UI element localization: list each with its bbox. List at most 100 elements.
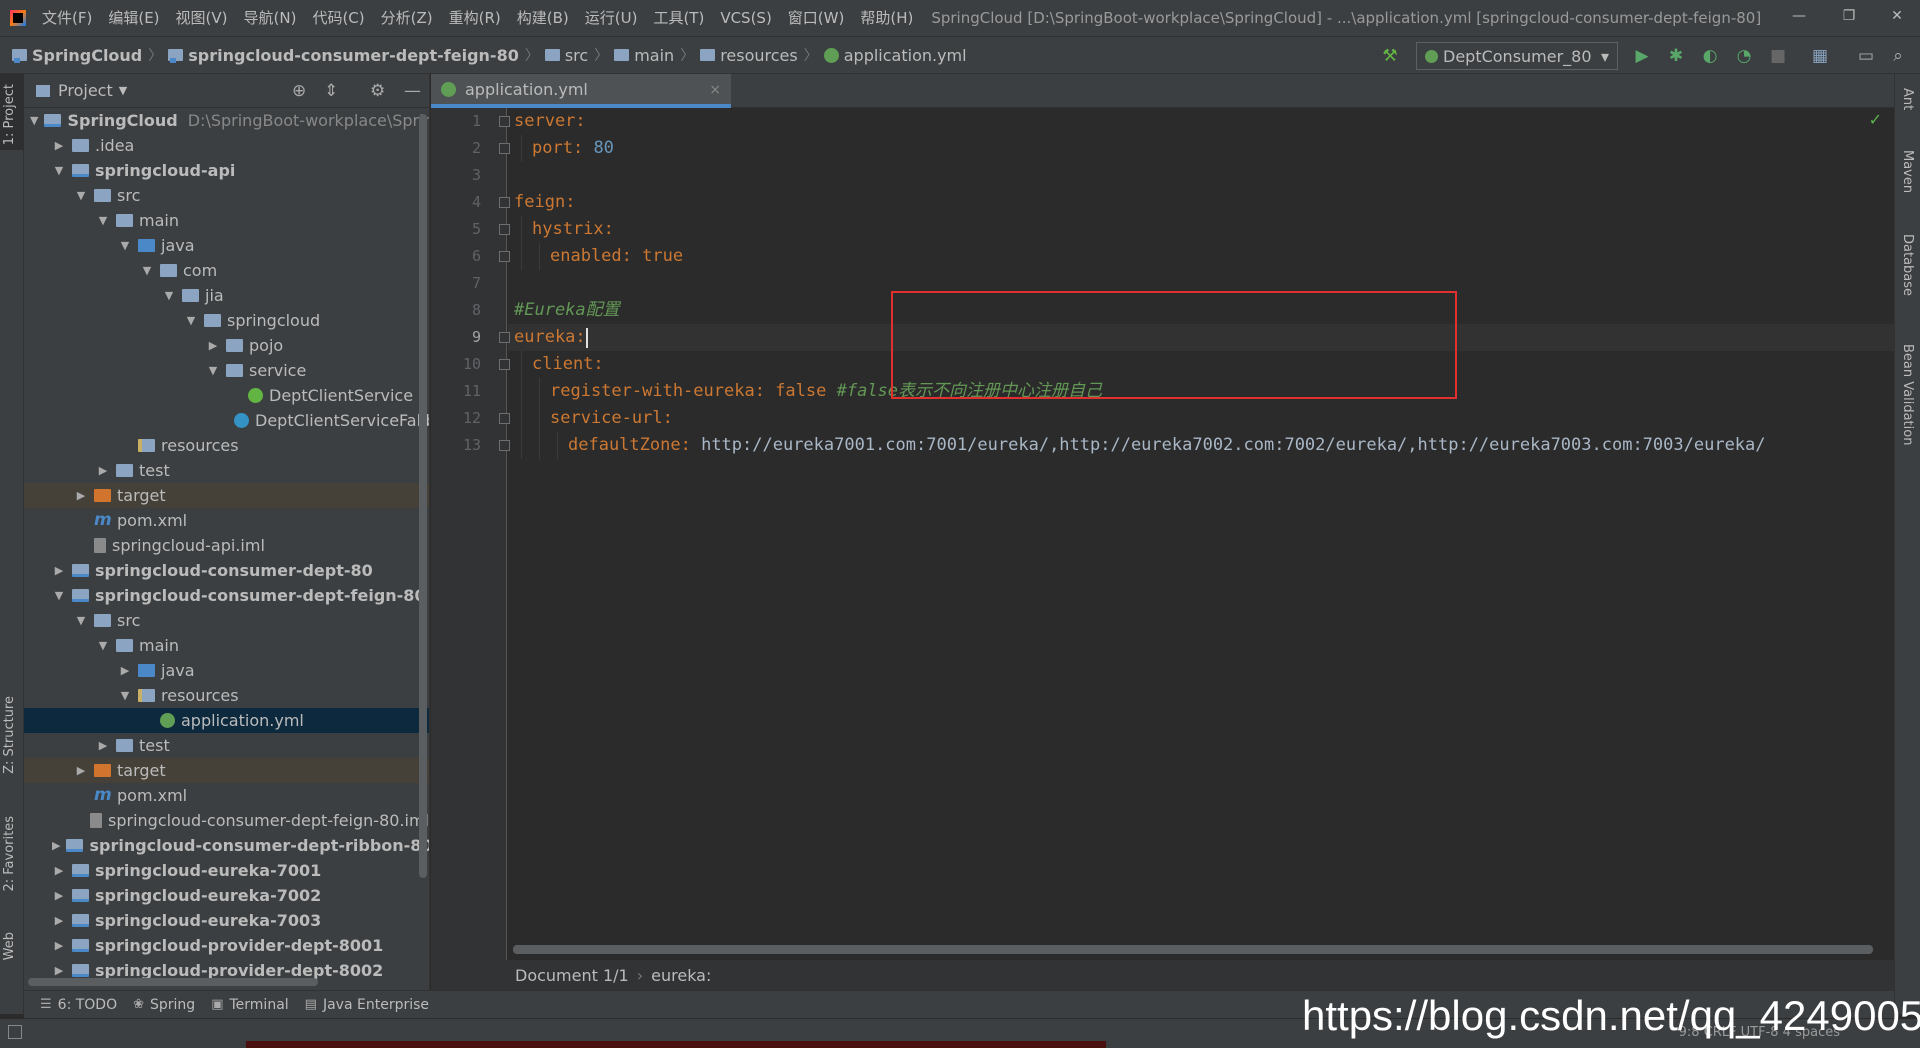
tree-item[interactable]: ▶ springcloud-eureka-7001 [24, 858, 429, 883]
fold-marker-icon[interactable] [499, 359, 510, 370]
tool-java-enterprise[interactable]: ▤ Java Enterprise [305, 997, 429, 1013]
menu-item[interactable]: 运行(U) [577, 0, 646, 36]
fold-marker-icon[interactable] [499, 116, 510, 127]
fold-marker-icon[interactable] [499, 224, 510, 235]
expand-down-icon[interactable]: ▼ [96, 208, 110, 233]
tree-item[interactable]: ▼ jia [24, 283, 429, 308]
code-editor[interactable]: 1 2 3 4 5 6 7 8 9 10 11 12 13 server: port: 80 feign: h… [431, 108, 1894, 960]
tree-item[interactable]: resources [24, 433, 429, 458]
tree-item[interactable]: ▶ target [24, 758, 429, 783]
favorites-tool-tab[interactable]: 2: Favorites [2, 816, 17, 892]
menu-item[interactable]: 重构(R) [441, 0, 509, 36]
tree-item[interactable]: springcloud-api.iml [24, 533, 429, 558]
tree-item[interactable]: ▼ service [24, 358, 429, 383]
tree-item[interactable]: ▶ java [24, 658, 429, 683]
expand-right-icon[interactable]: ▶ [74, 483, 88, 508]
tree-item[interactable]: ▼ src [24, 183, 429, 208]
project-tool-tab[interactable]: 1: Project [2, 84, 17, 145]
expand-right-icon[interactable]: ▶ [52, 858, 66, 883]
expand-down-icon[interactable]: ▼ [52, 583, 66, 608]
tree-item[interactable]: ▶ pojo [24, 333, 429, 358]
tool-todo[interactable]: ☰ 6: TODO [40, 997, 117, 1013]
locate-file-icon[interactable]: ⊕ [292, 81, 306, 101]
tree-item[interactable]: ▼ java [24, 233, 429, 258]
tree-item[interactable]: ▼ springcloud [24, 308, 429, 333]
tree-item[interactable]: ▶ springcloud-consumer-dept-80 [24, 558, 429, 583]
breadcrumb-resources[interactable]: resources [700, 46, 798, 65]
breadcrumb-src[interactable]: src [544, 46, 588, 65]
breadcrumb-main[interactable]: main [614, 46, 674, 65]
tree-item[interactable]: ▶ springcloud-provider-dept-8001 [24, 933, 429, 958]
tree-horizontal-scrollbar[interactable] [28, 978, 318, 986]
expand-down-icon[interactable]: ▼ [118, 233, 132, 258]
tree-item[interactable]: DeptClientService [24, 383, 429, 408]
hide-panel-icon[interactable]: — [404, 81, 421, 101]
tree-item[interactable]: ▶ springcloud-eureka-7002 [24, 883, 429, 908]
tree-item[interactable]: ▼ src [24, 608, 429, 633]
fold-marker-icon[interactable] [499, 413, 510, 424]
ant-tool-tab[interactable]: Ant [1900, 88, 1915, 110]
menu-item[interactable]: 构建(B) [509, 0, 577, 36]
tree-item[interactable]: ▶ test [24, 733, 429, 758]
breadcrumb-module[interactable]: springcloud-consumer-dept-feign-80 [168, 46, 519, 65]
breadcrumb-project[interactable]: SpringCloud [12, 46, 142, 65]
tree-item[interactable]: m pom.xml [24, 508, 429, 533]
fold-marker-icon[interactable] [499, 143, 510, 154]
tree-item[interactable]: ▼ SpringCloud D:\SpringBoot-workplace\Spri… [24, 108, 429, 133]
expand-right-icon[interactable]: ▶ [96, 733, 110, 758]
menu-item[interactable]: 导航(N) [236, 0, 305, 36]
tree-item[interactable]: ▶ .idea [24, 133, 429, 158]
expand-right-icon[interactable]: ▶ [96, 458, 110, 483]
tree-item[interactable]: ▶ target [24, 483, 429, 508]
restore-button[interactable]: ❐ [1826, 0, 1872, 36]
run-icon[interactable]: ▶ [1632, 46, 1652, 66]
database-tool-tab[interactable]: Database [1900, 234, 1915, 296]
tree-item[interactable]: m pom.xml [24, 783, 429, 808]
tree-item[interactable]: application.yml [24, 708, 429, 733]
menu-item[interactable]: VCS(S) [712, 0, 779, 36]
tool-spring[interactable]: ❀ Spring [133, 997, 195, 1013]
gear-icon[interactable]: ⚙ [370, 81, 385, 101]
menu-item[interactable]: 代码(C) [304, 0, 372, 36]
menu-item[interactable]: 分析(Z) [373, 0, 441, 36]
expand-down-icon[interactable]: ▼ [118, 683, 132, 708]
close-window-button[interactable]: ✕ [1874, 0, 1920, 36]
run-configuration-select[interactable]: DeptConsumer_80 ▾ [1416, 42, 1618, 70]
collapse-all-icon[interactable]: ⇕ [324, 81, 338, 101]
tree-scrollbar[interactable] [419, 114, 427, 878]
fold-marker-icon[interactable] [499, 197, 510, 208]
debug-icon[interactable]: ✱ [1666, 46, 1686, 66]
menu-item[interactable]: 帮助(H) [852, 0, 921, 36]
expand-down-icon[interactable]: ▼ [74, 608, 88, 633]
build-hammer-icon[interactable]: ⚒ [1380, 46, 1400, 66]
expand-right-icon[interactable]: ▶ [52, 833, 60, 858]
toggle-tool-windows-icon[interactable] [8, 1025, 22, 1039]
expand-right-icon[interactable]: ▶ [52, 133, 66, 158]
project-structure-icon[interactable]: ▦ [1810, 46, 1830, 66]
expand-down-icon[interactable]: ▼ [96, 633, 110, 658]
menu-item[interactable]: 文件(F) [34, 0, 100, 36]
tree-item[interactable]: ▶ test [24, 458, 429, 483]
expand-down-icon[interactable]: ▼ [184, 308, 198, 333]
search-icon[interactable]: ⌕ [1888, 46, 1908, 66]
expand-down-icon[interactable]: ▼ [206, 358, 220, 383]
bean-validation-tool-tab[interactable]: Bean Validation [1900, 344, 1915, 445]
expand-right-icon[interactable]: ▶ [52, 908, 66, 933]
tree-item[interactable]: ▼ springcloud-consumer-dept-feign-80 [24, 583, 429, 608]
fold-marker-icon[interactable] [499, 332, 510, 343]
tree-item[interactable]: ▼ springcloud-api [24, 158, 429, 183]
expand-down-icon[interactable]: ▼ [140, 258, 154, 283]
structure-tool-tab[interactable]: Z: Structure [2, 696, 17, 774]
tool-terminal[interactable]: ▣ Terminal [211, 997, 288, 1013]
menu-item[interactable]: 编辑(E) [100, 0, 167, 36]
expand-right-icon[interactable]: ▶ [52, 558, 66, 583]
profile-icon[interactable]: ◔ [1734, 46, 1754, 66]
coverage-icon[interactable]: ◐ [1700, 46, 1720, 66]
breadcrumb-file[interactable]: application.yml [823, 46, 967, 65]
expand-down-icon[interactable]: ▼ [74, 183, 88, 208]
minimize-button[interactable]: — [1776, 0, 1822, 36]
expand-down-icon[interactable]: ▼ [52, 158, 66, 183]
fold-marker-icon[interactable] [499, 251, 510, 262]
chevron-down-icon[interactable]: ▼ [119, 84, 127, 97]
tree-item[interactable]: ▼ resources [24, 683, 429, 708]
